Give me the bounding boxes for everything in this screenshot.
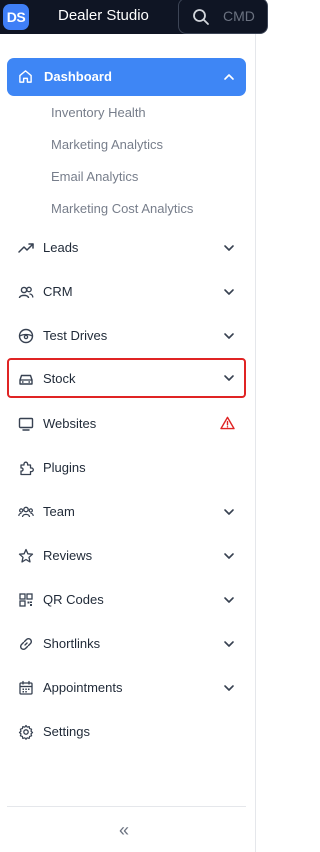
app-title: Dealer Studio bbox=[58, 7, 149, 24]
sidebar-item-qr-codes[interactable]: QR Codes bbox=[7, 581, 246, 619]
subitem-email-analytics[interactable]: Email Analytics bbox=[51, 169, 138, 184]
chevron-down-icon[interactable] bbox=[223, 550, 235, 562]
sidebar-item-dashboard[interactable]: Dashboard bbox=[7, 58, 246, 96]
chevron-up-icon[interactable] bbox=[223, 71, 235, 83]
sidebar-item-label: Appointments bbox=[43, 680, 123, 695]
sidebar-item-label: Settings bbox=[43, 724, 90, 739]
chevron-down-icon[interactable] bbox=[223, 506, 235, 518]
subitem-inventory-health[interactable]: Inventory Health bbox=[51, 105, 146, 120]
sidebar-item-leads[interactable]: Leads bbox=[7, 229, 246, 267]
sidebar-item-label: CRM bbox=[43, 284, 73, 299]
star-icon bbox=[18, 548, 34, 563]
chevron-down-icon[interactable] bbox=[223, 372, 235, 384]
sidebar: Dashboard Inventory Health Marketing Ana… bbox=[0, 34, 256, 852]
sidebar-item-label: Websites bbox=[43, 416, 97, 431]
sidebar-item-websites[interactable]: Websites bbox=[7, 405, 246, 443]
monitor-icon bbox=[18, 417, 34, 431]
sidebar-item-plugins[interactable]: Plugins bbox=[7, 449, 246, 487]
sidebar-item-label: Plugins bbox=[43, 460, 86, 475]
home-icon bbox=[19, 70, 32, 83]
app-logo[interactable]: DS bbox=[3, 4, 29, 30]
collapse-sidebar-icon[interactable]: « bbox=[119, 820, 129, 841]
sidebar-item-reviews[interactable]: Reviews bbox=[7, 537, 246, 575]
chevron-down-icon[interactable] bbox=[223, 594, 235, 606]
users-icon bbox=[18, 286, 34, 299]
qr-code-icon bbox=[19, 593, 33, 607]
sidebar-item-label: Test Drives bbox=[43, 328, 108, 343]
subitem-marketing-cost-analytics[interactable]: Marketing Cost Analytics bbox=[51, 201, 193, 216]
sidebar-item-appointments[interactable]: Appointments bbox=[7, 669, 246, 707]
subitem-marketing-analytics[interactable]: Marketing Analytics bbox=[51, 137, 163, 152]
sidebar-divider bbox=[7, 806, 246, 807]
sidebar-item-stock[interactable]: Stock bbox=[7, 358, 246, 398]
search-icon bbox=[193, 9, 209, 25]
sidebar-item-crm[interactable]: CRM bbox=[7, 273, 246, 311]
top-bar: DS Dealer Studio CMD bbox=[0, 0, 268, 34]
puzzle-icon bbox=[20, 461, 34, 476]
team-icon bbox=[18, 506, 34, 518]
link-icon bbox=[19, 637, 33, 651]
sidebar-item-label: Reviews bbox=[43, 548, 93, 563]
chevron-down-icon[interactable] bbox=[223, 286, 235, 298]
sidebar-item-label: QR Codes bbox=[43, 592, 104, 607]
sidebar-item-label: Stock bbox=[43, 371, 76, 386]
search-placeholder: CMD bbox=[223, 8, 255, 24]
chevron-down-icon[interactable] bbox=[223, 682, 235, 694]
search-box[interactable]: CMD bbox=[178, 0, 268, 34]
gear-icon bbox=[18, 724, 34, 740]
steering-wheel-icon bbox=[18, 328, 34, 344]
trending-up-icon bbox=[18, 243, 34, 253]
sidebar-item-test-drives[interactable]: Test Drives bbox=[7, 317, 246, 355]
car-icon bbox=[19, 374, 33, 385]
chevron-down-icon[interactable] bbox=[223, 638, 235, 650]
sidebar-item-label: Leads bbox=[43, 240, 79, 255]
sidebar-item-label: Dashboard bbox=[44, 69, 112, 84]
warning-triangle-icon bbox=[220, 416, 235, 430]
sidebar-border bbox=[255, 34, 256, 852]
chevron-down-icon[interactable] bbox=[223, 242, 235, 254]
sidebar-item-settings[interactable]: Settings bbox=[7, 713, 246, 751]
sidebar-item-team[interactable]: Team bbox=[7, 493, 246, 531]
sidebar-item-shortlinks[interactable]: Shortlinks bbox=[7, 625, 246, 663]
sidebar-item-label: Team bbox=[43, 504, 75, 519]
sidebar-item-label: Shortlinks bbox=[43, 636, 101, 651]
calendar-icon bbox=[19, 680, 33, 695]
chevron-down-icon[interactable] bbox=[223, 330, 235, 342]
